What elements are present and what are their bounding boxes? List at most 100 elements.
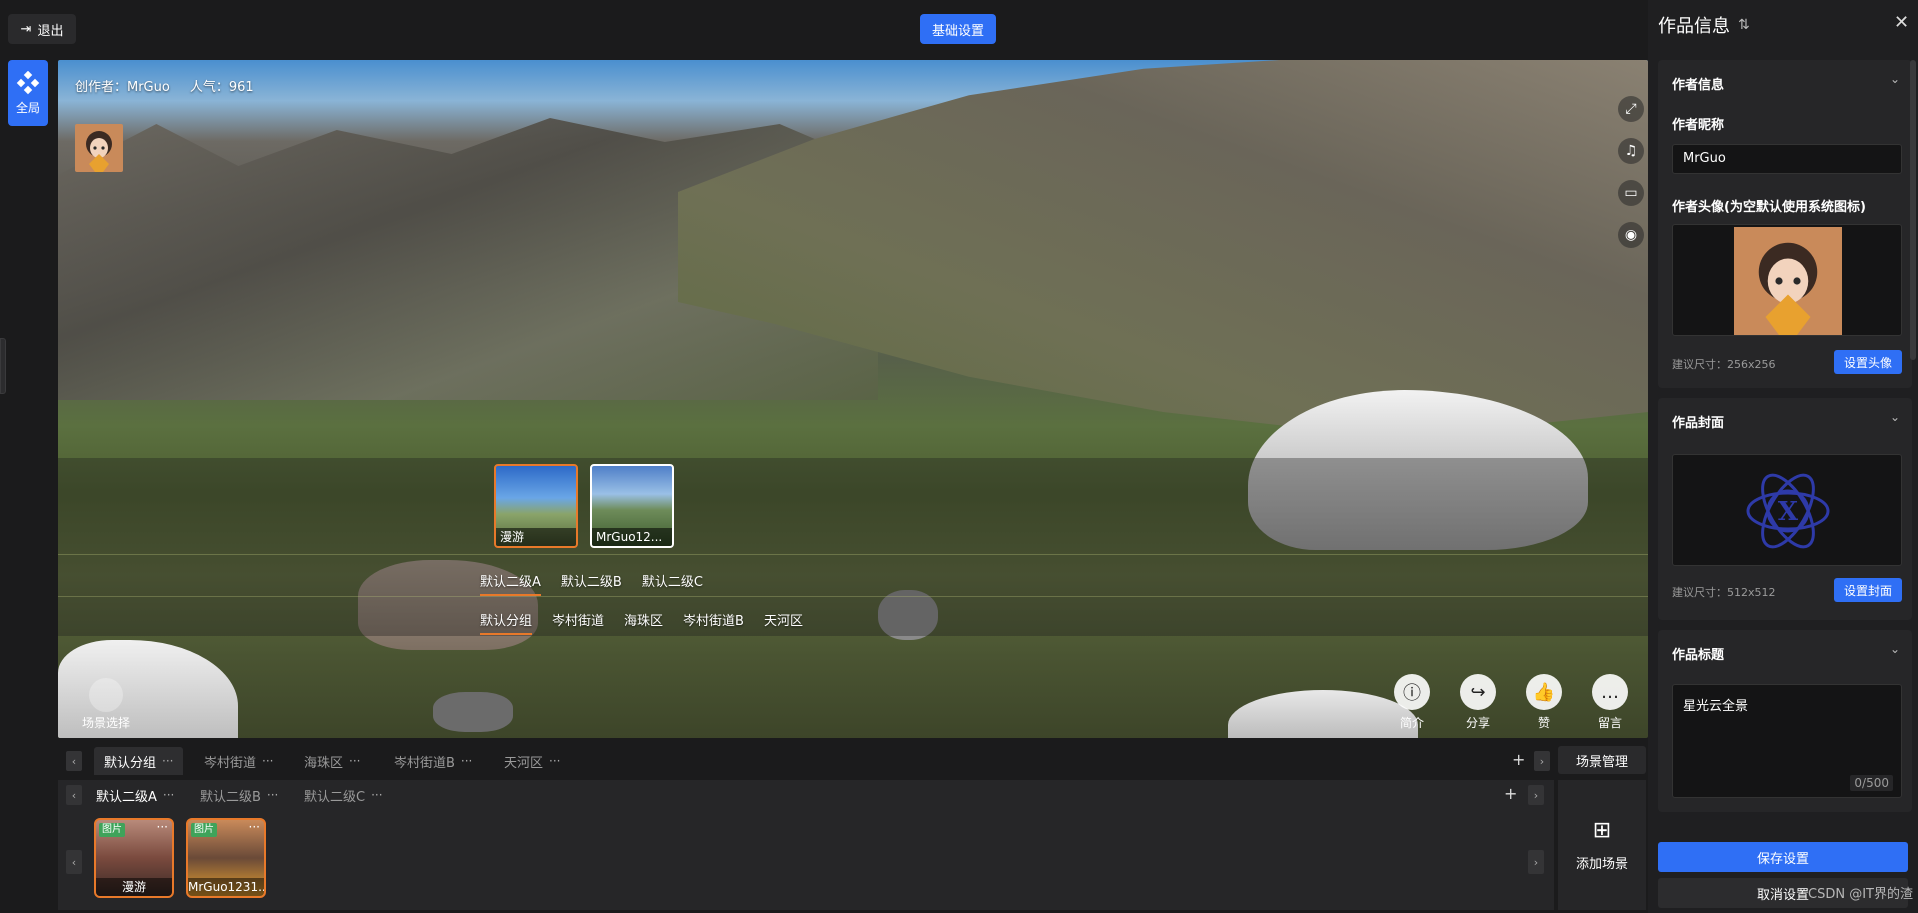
chevron-down-icon[interactable]: ⌄ (1890, 410, 1900, 424)
level2-tab-bar: ‹ 默认二级A ··· 默认二级B ··· 默认二级C ··· + › (58, 780, 1554, 810)
chevron-left-icon[interactable]: ‹ (66, 850, 82, 874)
more-icon[interactable]: ··· (349, 754, 360, 768)
tab-level2[interactable]: 默认二级C ··· (294, 781, 393, 809)
tab-group[interactable]: 默认分组 ··· (94, 747, 184, 775)
global-grid-icon (16, 70, 40, 94)
share-button[interactable]: ↪ 分享 (1452, 674, 1504, 731)
intro-button[interactable]: ⓘ 简介 (1386, 674, 1438, 731)
tab-level2[interactable]: 默认二级B ··· (190, 781, 288, 809)
basic-settings-button[interactable]: 基础设置 (920, 14, 996, 44)
more-icon[interactable]: ··· (371, 788, 382, 802)
more-icon[interactable]: ··· (162, 754, 173, 768)
add-scene-button[interactable]: ⊞ 添加场景 (1558, 780, 1646, 910)
more-icon[interactable]: ··· (267, 788, 278, 802)
sort-icon[interactable]: ⇅ (1738, 17, 1750, 33)
viewer-level2-tab[interactable]: 默认二级B (561, 571, 622, 596)
tab-label: 默认二级A (96, 789, 157, 805)
like-icon: 👍 (1526, 674, 1562, 710)
exit-icon: ⇥ (20, 21, 32, 37)
comment-icon: … (1592, 674, 1628, 710)
tab-group[interactable]: 天河区 ··· (494, 747, 570, 775)
like-button[interactable]: 👍 赞 (1518, 674, 1570, 731)
group-tab-bar: ‹ 默认分组 ··· 岑村街道 ··· 海珠区 ··· 岑村街道B ··· 天河区 ···… (58, 746, 1554, 776)
set-cover-button[interactable]: 设置封面 (1834, 578, 1902, 602)
action-label: 留言 (1597, 716, 1622, 730)
tab-label: 天河区 (504, 755, 544, 771)
exit-button[interactable]: ⇥ 退出 (8, 14, 76, 44)
add-group-icon[interactable]: + (1512, 750, 1525, 769)
scene-select-label: 场景选择 (81, 716, 130, 730)
global-button[interactable]: 全局 (8, 60, 48, 126)
chevron-left-icon[interactable]: ‹ (66, 751, 82, 771)
scene-thumb-label: 漫游 (496, 528, 576, 546)
tab-level2[interactable]: 默认二级A ··· (86, 781, 184, 809)
scene-select-icon (89, 678, 123, 712)
chevron-right-icon[interactable]: › (1528, 850, 1544, 874)
scene-strip-backdrop (58, 458, 1648, 636)
tray-label: 漫游 (96, 878, 172, 896)
cover-size-hint: 建议尺寸：512x512 (1672, 586, 1776, 599)
author-avatar[interactable] (75, 124, 123, 172)
viewer-group-tab[interactable]: 岑村街道B (683, 610, 744, 635)
scene-thumb-label: MrGuo12... (592, 528, 672, 546)
scene-select-button[interactable]: 场景选择 (76, 678, 136, 731)
viewer-group-tab[interactable]: 岑村街道 (552, 610, 604, 635)
more-icon[interactable]: ··· (262, 754, 273, 768)
panel-title-text: 作品信息 (1658, 16, 1730, 37)
comment-button[interactable]: … 留言 (1584, 674, 1636, 731)
more-icon[interactable]: ··· (461, 754, 472, 768)
work-title-textarea[interactable]: 星光云全景 0/500 (1672, 684, 1902, 798)
cover-logo-icon: X (1746, 473, 1830, 549)
scene-thumb[interactable]: 漫游 (494, 464, 578, 548)
scene-management-tab[interactable]: 场景管理 (1558, 746, 1646, 774)
vr-icon[interactable]: ▭ (1618, 180, 1644, 206)
watermark: CSDN @IT界的渣 (1808, 887, 1913, 902)
viewer-group-tab[interactable]: 天河区 (764, 610, 803, 635)
tab-group[interactable]: 岑村街道B ··· (384, 747, 482, 775)
chevron-right-icon[interactable]: › (1534, 751, 1550, 771)
svg-text:X: X (1778, 497, 1799, 527)
chevron-down-icon[interactable]: ⌄ (1890, 642, 1900, 656)
close-icon[interactable]: ✕ (1894, 12, 1909, 33)
more-icon[interactable]: ··· (549, 754, 560, 768)
avatar-preview[interactable] (1672, 224, 1902, 336)
tray-label: MrGuo1231... (188, 878, 264, 896)
tray-scene-item[interactable]: 图片 ··· 漫游 (94, 818, 174, 898)
tray-scene-item[interactable]: 图片 ··· MrGuo1231... (186, 818, 266, 898)
left-rail-handle[interactable] (0, 338, 6, 394)
scene-tray: ‹ 图片 ··· 漫游 图片 ··· MrGuo1231... › (58, 810, 1554, 910)
viewer-group-tab[interactable]: 默认分组 (480, 610, 533, 635)
tab-label: 默认二级B (200, 789, 261, 805)
chevron-right-icon[interactable]: › (1528, 785, 1544, 805)
tab-label: 海珠区 (304, 755, 344, 771)
eye-icon[interactable]: ◉ (1618, 222, 1644, 248)
more-icon[interactable]: ··· (157, 820, 168, 834)
panel-scrollbar[interactable] (1910, 60, 1916, 360)
author-line: 创作者：MrGuo 人气：961 (75, 76, 254, 95)
more-icon[interactable]: ··· (163, 788, 174, 802)
tab-label: 默认二级C (304, 789, 366, 805)
viewer-level2-tab[interactable]: 默认二级A (480, 571, 541, 596)
section-title: 作者信息 (1672, 78, 1725, 93)
viewer-group-tab[interactable]: 海珠区 (624, 610, 663, 635)
music-icon[interactable]: ♫ (1618, 138, 1644, 164)
work-info-panel: 作品信息 ⇅ ✕ 作者信息 ⌄ 作者昵称 MrGuo 作者头像(为空默认使用系统… (1648, 0, 1918, 913)
fullscreen-icon[interactable]: ⤢ (1618, 96, 1644, 122)
save-settings-button[interactable]: 保存设置 (1658, 842, 1908, 872)
add-level2-icon[interactable]: + (1504, 784, 1517, 803)
tab-group[interactable]: 岑村街道 ··· (194, 747, 283, 775)
popularity-text: 人气：961 (189, 80, 254, 95)
title-section: 作品标题 ⌄ 星光云全景 0/500 (1658, 630, 1912, 812)
viewer-level2-tab[interactable]: 默认二级C (642, 571, 703, 596)
exit-label: 退出 (37, 23, 64, 39)
tab-group[interactable]: 海珠区 ··· (294, 747, 370, 775)
panorama-viewer[interactable]: 创作者：MrGuo 人气：961 ⤢ ♫ ▭ ◉ 漫游 MrGuo12... 默… (58, 60, 1648, 738)
chevron-left-icon[interactable]: ‹ (66, 785, 82, 805)
more-icon[interactable]: ··· (249, 820, 260, 834)
set-avatar-button[interactable]: 设置头像 (1834, 350, 1902, 374)
share-icon: ↪ (1460, 674, 1496, 710)
nickname-input[interactable]: MrGuo (1672, 144, 1902, 174)
chevron-down-icon[interactable]: ⌄ (1890, 72, 1900, 86)
cover-preview[interactable]: X (1672, 454, 1902, 566)
scene-thumb[interactable]: MrGuo12... (590, 464, 674, 548)
